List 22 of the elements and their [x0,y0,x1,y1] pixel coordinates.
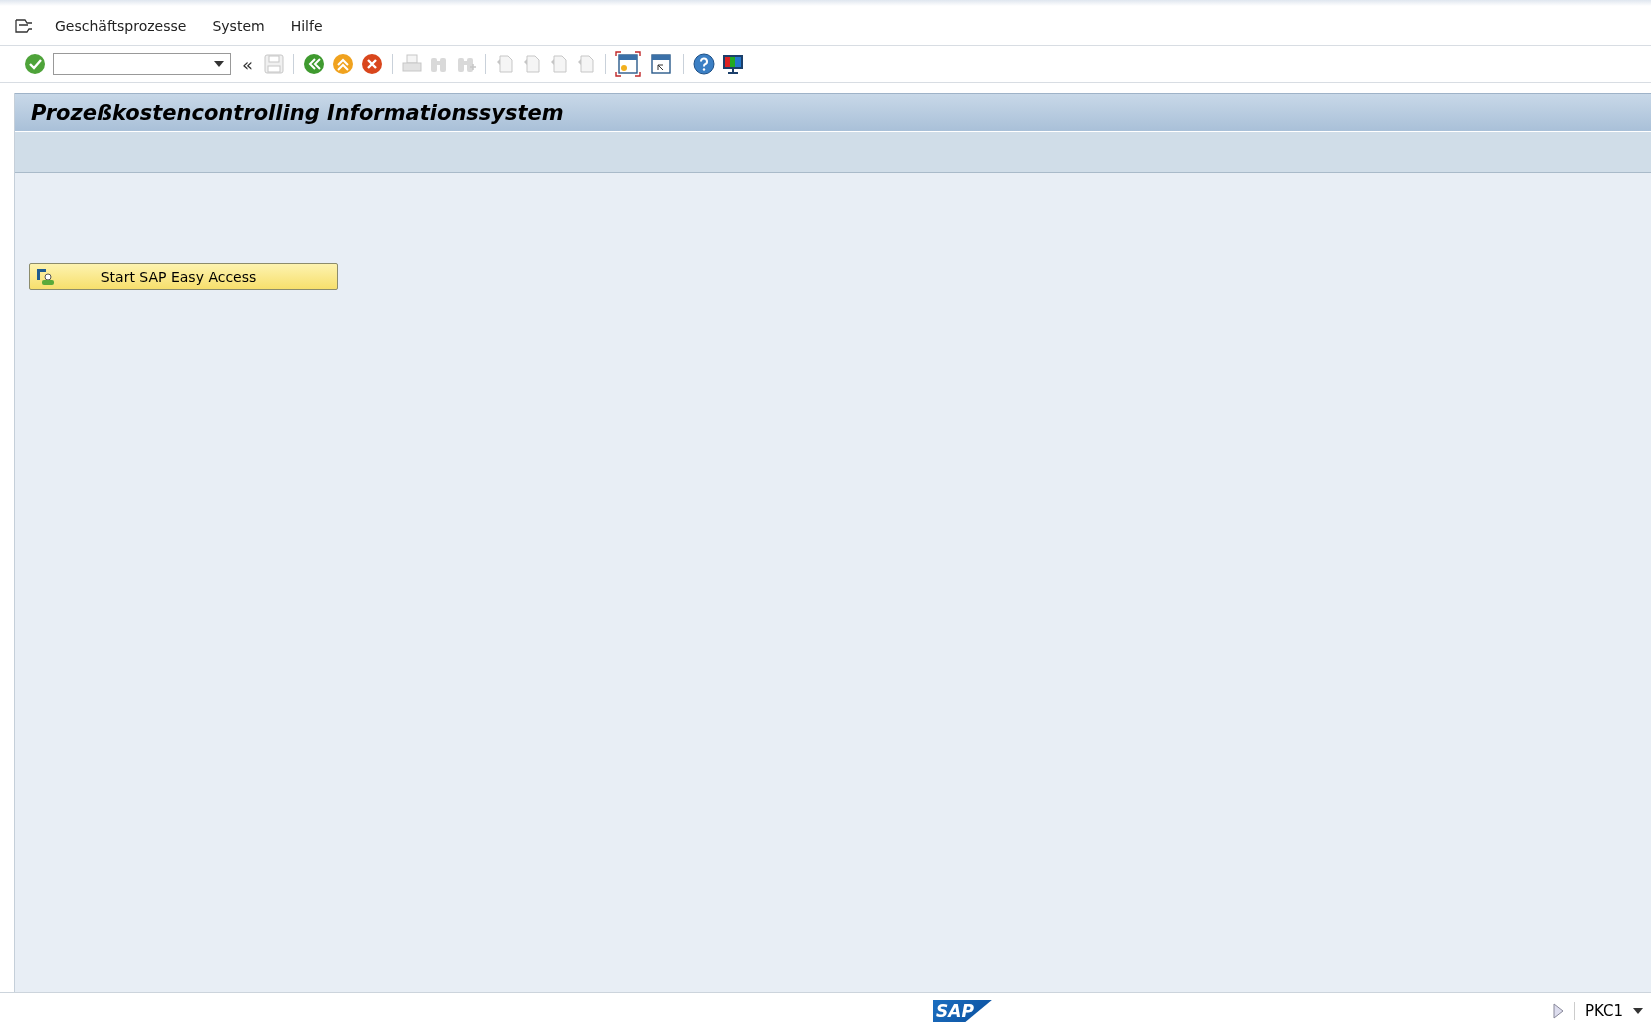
window-shortcut-icon[interactable] [648,51,674,77]
checkmark-icon[interactable] [24,53,46,75]
new-window-icon[interactable] [615,51,641,77]
back-icon[interactable] [303,53,325,75]
menu-item[interactable]: System [212,17,265,34]
sap-logo: SAP [933,1000,992,1022]
transaction-code[interactable]: PKC1 [1573,1002,1623,1020]
dropdown-icon[interactable] [214,61,224,67]
dropdown-icon[interactable] [1633,1008,1643,1014]
screen-title: Prozeßkostencontrolling Informationssystem [31,100,564,125]
menu-icon[interactable] [15,18,33,33]
exit-icon[interactable] [332,53,354,75]
command-field[interactable] [53,53,231,75]
collapse-button[interactable]: « [238,53,257,75]
monitor-icon[interactable] [722,53,744,75]
cancel-icon[interactable] [361,53,383,75]
start-easy-access-button[interactable]: Start SAP Easy Access [29,263,338,290]
menu-item[interactable]: Geschäftsprozesse [55,17,187,34]
help-icon[interactable] [693,53,715,75]
user-window-icon [36,267,56,286]
menu-item[interactable]: Hilfe [290,17,323,34]
play-icon[interactable] [1551,1003,1564,1019]
